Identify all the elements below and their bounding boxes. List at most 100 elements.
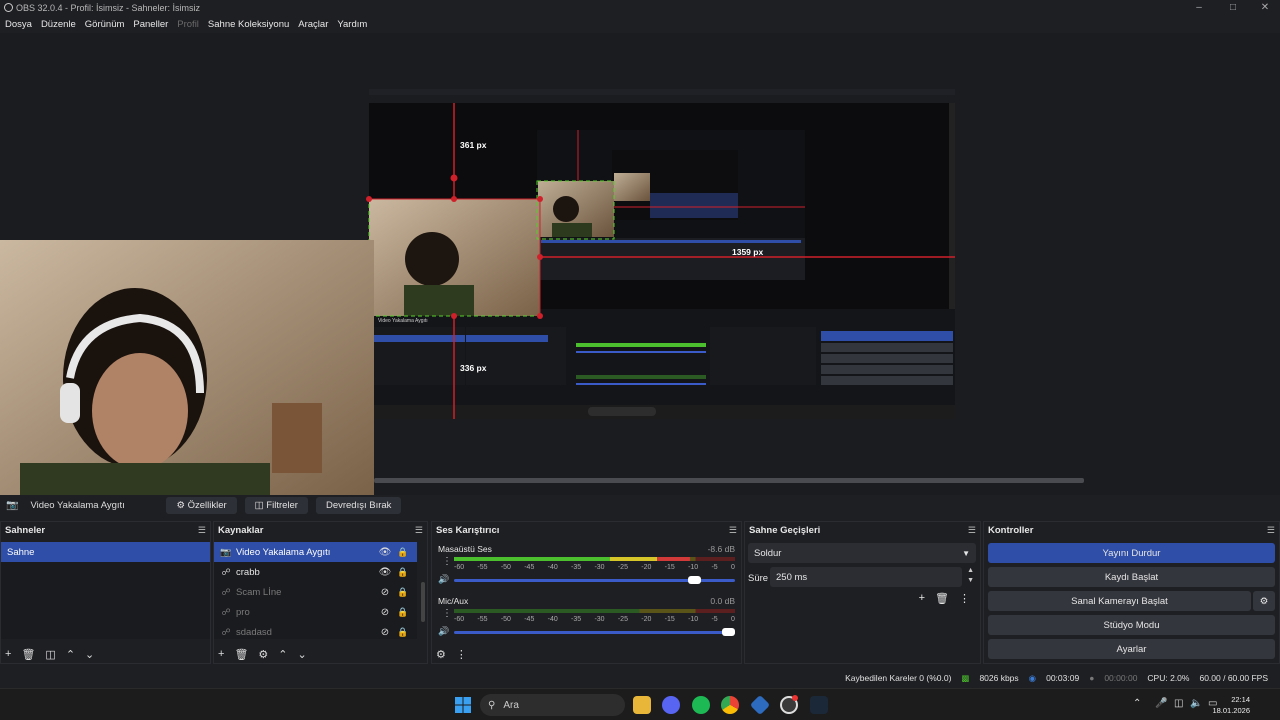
lock-icon[interactable]: 🔒 xyxy=(395,627,411,638)
volume-slider[interactable] xyxy=(454,576,735,584)
maximize-button[interactable]: □ xyxy=(1216,0,1250,15)
taskbar-search[interactable]: ⚲ Ara xyxy=(480,694,625,716)
menu-edit[interactable]: Düzenle xyxy=(41,19,76,30)
volume-knob[interactable] xyxy=(688,576,702,584)
preview-image xyxy=(0,89,955,495)
lock-icon[interactable]: 🔒 xyxy=(395,547,411,558)
meter-tick: -60 xyxy=(454,616,465,623)
discord-icon[interactable] xyxy=(662,696,680,714)
network-icon[interactable]: ◫ xyxy=(1174,698,1183,709)
meter-tick: -35 xyxy=(571,564,582,571)
menu-view[interactable]: Görünüm xyxy=(85,19,125,30)
file-explorer-icon[interactable] xyxy=(633,696,651,714)
preview-scrollbar[interactable] xyxy=(374,478,1084,483)
menu-profile[interactable]: Profil xyxy=(177,19,199,30)
advanced-audio-icon[interactable]: ⚙ xyxy=(436,648,446,661)
eye-icon[interactable]: 👁 xyxy=(377,567,393,578)
start-record-button[interactable]: Kaydı Başlat xyxy=(988,567,1275,587)
system-clock[interactable]: 22:14 18.01.2026 xyxy=(1212,694,1250,716)
signal-icon: ▩ xyxy=(961,672,970,683)
dropped-frames: Kaybedilen Kareler 0 (%0.0) xyxy=(845,673,952,683)
fps-readout: 60.00 / 60.00 FPS xyxy=(1199,673,1268,683)
source-item[interactable]: ☍ crabb 👁 🔒 xyxy=(214,562,417,582)
microphone-icon[interactable]: 🎤 xyxy=(1155,698,1167,709)
eye-hidden-icon[interactable]: ⊘ xyxy=(377,607,393,618)
trash-icon[interactable]: 🗑 xyxy=(234,648,248,661)
selected-source-name: Video Yakalama Aygıtı xyxy=(30,499,125,511)
app-icon[interactable] xyxy=(749,694,771,716)
volume-knob[interactable] xyxy=(722,628,735,636)
source-item[interactable]: ☍ pro ⊘ 🔒 xyxy=(214,602,417,622)
menu-scene-collection[interactable]: Sahne Koleksiyonu xyxy=(208,19,289,30)
stop-stream-button[interactable]: Yayını Durdur xyxy=(988,543,1275,563)
add-icon[interactable]: + xyxy=(5,648,11,661)
stepper-icon[interactable]: ▲ ▼ xyxy=(967,566,974,586)
chevron-up-icon[interactable]: ⌃ xyxy=(1133,698,1141,709)
more-icon[interactable]: ⋮ xyxy=(442,556,452,567)
minimize-button[interactable]: – xyxy=(1182,0,1216,15)
move-down-icon[interactable]: ⌄ xyxy=(85,648,94,661)
volume-slider[interactable] xyxy=(454,628,735,636)
settings-button[interactable]: Ayarlar xyxy=(988,639,1275,659)
menu-help[interactable]: Yardım xyxy=(337,19,367,30)
add-icon[interactable]: + xyxy=(218,648,224,661)
properties-button[interactable]: ⚙ Özellikler xyxy=(166,496,237,514)
filters-button[interactable]: ◫ Filtreler xyxy=(244,496,308,514)
menu-tools[interactable]: Araçlar xyxy=(298,19,328,30)
duration-label: Süre xyxy=(748,573,769,584)
meter-tick: 0 xyxy=(730,616,735,623)
start-virtual-cam-button[interactable]: Sanal Kamerayı Başlat xyxy=(988,591,1251,611)
source-item[interactable]: ☍ sdadasd ⊘ 🔒 xyxy=(214,622,417,642)
source-item[interactable]: 📷 Video Yakalama Aygıtı 👁 🔒 xyxy=(214,542,417,562)
speaker-icon[interactable]: 🔊 xyxy=(438,626,449,637)
source-toolbar: 📷 Video Yakalama Aygıtı ⚙ Özellikler ◫ F… xyxy=(0,495,1280,515)
duration-input[interactable]: 250 ms xyxy=(770,567,962,587)
preview-canvas[interactable]: 361 px 336 px 1359 px Video Yakalama Ayg… xyxy=(0,33,1280,495)
lock-icon[interactable]: 🔒 xyxy=(395,587,411,598)
meter-tick: -40 xyxy=(547,616,558,623)
record-time: 00:00:00 xyxy=(1104,673,1138,683)
move-up-icon[interactable]: ⌃ xyxy=(66,648,75,661)
menu-file[interactable]: Dosya xyxy=(5,19,32,30)
lock-icon[interactable]: 🔒 xyxy=(395,567,411,578)
more-icon[interactable]: ⋮ xyxy=(456,648,467,661)
eye-icon[interactable]: 👁 xyxy=(377,547,393,558)
scene-item[interactable]: Sahne xyxy=(1,542,210,562)
speaker-icon[interactable]: 🔊 xyxy=(438,574,449,585)
chrome-icon[interactable] xyxy=(721,696,739,714)
trash-icon[interactable]: 🗑 xyxy=(21,648,35,661)
duration-value: 250 ms xyxy=(776,571,808,583)
volume-icon[interactable]: 🔈 xyxy=(1190,698,1202,709)
close-button[interactable]: ✕ xyxy=(1248,0,1280,15)
dock-float-icon[interactable]: ☰ xyxy=(198,525,206,536)
source-item[interactable]: ☍ Scam Lİne ⊘ 🔒 xyxy=(214,582,417,602)
trash-icon[interactable]: 🗑 xyxy=(935,592,949,605)
dock-float-icon[interactable]: ☰ xyxy=(1267,525,1275,536)
eye-hidden-icon[interactable]: ⊘ xyxy=(377,587,393,598)
move-up-icon[interactable]: ⌃ xyxy=(278,648,287,661)
gear-icon[interactable]: ⚙ xyxy=(258,648,268,661)
menu-docks[interactable]: Paneller xyxy=(133,19,168,30)
windows-start-icon[interactable] xyxy=(454,696,472,714)
add-icon[interactable]: + xyxy=(919,592,925,605)
filter-icon[interactable]: ◫ xyxy=(45,648,55,661)
transition-select[interactable]: Soldur ▼ xyxy=(748,543,976,563)
dock-float-icon[interactable]: ☰ xyxy=(729,525,737,536)
virtual-cam-settings-button[interactable]: ⚙ xyxy=(1253,591,1275,611)
studio-mode-button[interactable]: Stüdyo Modu xyxy=(988,615,1275,635)
more-icon[interactable]: ⋮ xyxy=(442,608,452,619)
spotify-icon[interactable] xyxy=(692,696,710,714)
dock-float-icon[interactable]: ☰ xyxy=(968,525,976,536)
eye-hidden-icon[interactable]: ⊘ xyxy=(377,627,393,638)
dock-float-icon[interactable]: ☰ xyxy=(415,525,423,536)
steam-icon[interactable] xyxy=(810,696,828,714)
lock-icon[interactable]: 🔒 xyxy=(395,607,411,618)
search-placeholder: Ara xyxy=(503,699,519,711)
sources-footer: + 🗑 ⚙ ⌃ ⌄ xyxy=(218,648,307,661)
gear-icon: ⚙ xyxy=(1259,595,1269,607)
channel-db: -8.6 dB xyxy=(707,544,735,554)
sources-scrollbar[interactable] xyxy=(421,582,425,622)
deactivate-button[interactable]: Devredışı Bırak xyxy=(315,496,402,514)
more-icon[interactable]: ⋮ xyxy=(959,592,970,605)
move-down-icon[interactable]: ⌄ xyxy=(298,648,307,661)
